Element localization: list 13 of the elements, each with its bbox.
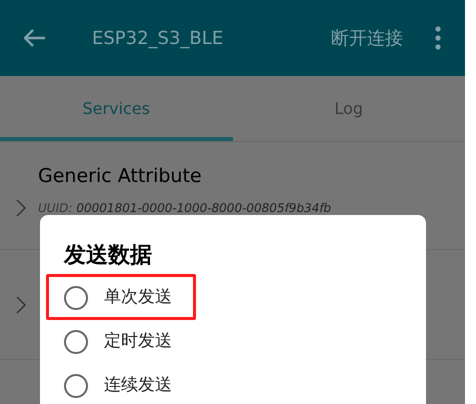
dialog-title: 发送数据 [64, 242, 153, 270]
uuid-label: UUID: [38, 200, 72, 217]
disconnect-button[interactable]: 断开连接 [331, 24, 403, 52]
radio-option[interactable]: 连续发送 [64, 373, 172, 399]
uuid-value: 00001801-0000-1000-8000-00805f9b34fb [76, 200, 332, 217]
service-name: Generic Attribute [38, 164, 203, 190]
more-options-icon[interactable] [435, 26, 441, 50]
back-arrow-icon[interactable] [24, 29, 46, 47]
chevron-right-icon[interactable] [16, 296, 26, 314]
radio-option[interactable]: 定时发送 [64, 329, 172, 355]
device-title: ESP32_S3_BLE [92, 26, 224, 50]
radio-option[interactable]: 单次发送 [64, 285, 172, 311]
chevron-right-icon[interactable] [16, 198, 26, 216]
